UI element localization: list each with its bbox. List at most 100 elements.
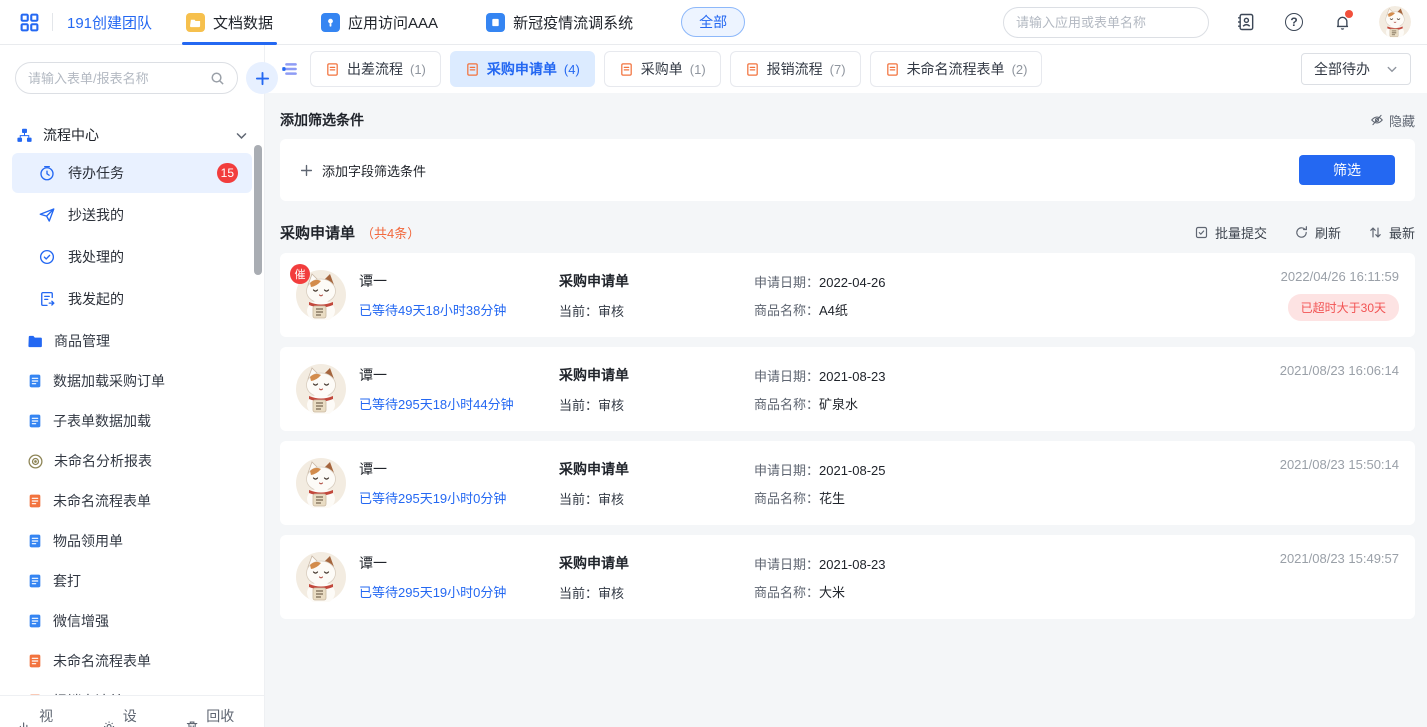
applicant-avatar — [296, 552, 346, 602]
sidebar-report-item[interactable]: 未命名分析报表 — [0, 441, 264, 481]
wait-duration: 已等待49天18小时38分钟 — [359, 300, 559, 319]
product-value: 矿泉水 — [819, 397, 858, 412]
sidebar-folder-goods[interactable]: 商品管理 — [0, 321, 264, 361]
flow-tab-business-trip[interactable]: 出差流程 (1) — [310, 51, 441, 87]
flow-tab-unnamed-flow-form[interactable]: 未命名流程表单 (2) — [870, 51, 1043, 87]
flow-form-icon — [885, 62, 900, 77]
flow-tabs-row: 出差流程 (1) 采购申请单 (4) 采购单 (1) 报销流程 (7) 未命名流… — [265, 45, 1427, 93]
plus-icon — [300, 164, 313, 177]
task-card[interactable]: 谭一 已等待295天18小时44分钟 采购申请单 当前：审核 申请日期：2021… — [280, 347, 1415, 431]
settings-button[interactable]: 设置 — [102, 706, 150, 727]
list-title: 采购申请单 — [280, 222, 355, 243]
wait-duration: 已等待295天19小时0分钟 — [359, 582, 559, 601]
applicant-name: 谭一 — [359, 553, 559, 573]
form-name: 采购申请单 — [559, 459, 754, 479]
submitted-time: 2021/08/23 15:49:57 — [1280, 551, 1399, 566]
sidebar-item-label: 物品领用单 — [53, 531, 123, 551]
form-search-input[interactable] — [28, 71, 204, 86]
app-grid-icon[interactable] — [16, 9, 42, 35]
flow-tab-purchase-order[interactable]: 采购单 (1) — [604, 51, 721, 87]
refresh-icon — [1294, 225, 1309, 240]
contacts-icon[interactable] — [1235, 11, 1257, 33]
section-label: 流程中心 — [43, 125, 99, 145]
team-name[interactable]: 191创建团队 — [67, 12, 152, 33]
submitted-time: 2021/08/23 16:06:14 — [1280, 363, 1399, 378]
sidebar-scrollbar[interactable] — [254, 145, 262, 275]
add-form-button[interactable] — [246, 62, 278, 94]
global-search-input[interactable] — [1016, 15, 1192, 30]
current-step: 当前：审核 — [559, 489, 754, 508]
global-search[interactable] — [1003, 7, 1209, 38]
flow-form-icon — [465, 62, 480, 77]
notification-bell-icon[interactable] — [1331, 11, 1353, 33]
date-label: 申请日期： — [754, 369, 819, 384]
plus-icon — [255, 71, 270, 86]
scope-select-dropdown[interactable]: 全部待办 — [1301, 53, 1411, 85]
date-value: 2021-08-23 — [819, 369, 886, 384]
submitted-time: 2021/08/23 15:50:14 — [1280, 457, 1399, 472]
current-step: 当前：审核 — [559, 301, 754, 320]
sidebar-item-cc-to-me[interactable]: 抄送我的 — [12, 195, 252, 235]
sidebar-item-handled-by-me[interactable]: 我处理的 — [12, 237, 252, 277]
hide-filter-link[interactable]: 隐藏 — [1370, 111, 1415, 130]
report-icon — [27, 453, 44, 470]
sidebar-flow-form-item[interactable]: 未命名流程表单 — [0, 641, 264, 681]
sidebar-form-item[interactable]: 套打 — [0, 561, 264, 601]
sidebar-flow-form-item[interactable]: 未命名流程表单 — [0, 481, 264, 521]
sidebar-form-item[interactable]: 物品领用单 — [0, 521, 264, 561]
user-avatar[interactable] — [1379, 6, 1411, 38]
flow-form-icon — [27, 653, 43, 669]
form-icon — [27, 573, 43, 589]
sidebar-form-item[interactable]: 数据加载采购订单 — [0, 361, 264, 401]
form-search[interactable] — [15, 62, 238, 94]
recycle-bin-button[interactable]: 回收站 — [185, 706, 246, 727]
app-tab-covid[interactable]: 新冠疫情流调系统 — [486, 0, 633, 45]
wait-duration: 已等待295天19小时0分钟 — [359, 488, 559, 507]
date-value: 2022-04-26 — [819, 275, 886, 290]
form-icon — [27, 613, 43, 629]
date-value: 2021-08-25 — [819, 463, 886, 478]
applicant-name: 谭一 — [359, 459, 559, 479]
sidebar-item-todo[interactable]: 待办任务 15 — [12, 153, 252, 193]
app-tab-docs[interactable]: 文档数据 — [186, 0, 273, 45]
sort-icon — [1368, 225, 1383, 240]
sort-newest-button[interactable]: 最新 — [1368, 223, 1415, 242]
views-button[interactable]: 视图 — [18, 706, 66, 727]
batch-submit-button[interactable]: 批量提交 — [1194, 223, 1267, 242]
sidebar-item-label: 套打 — [53, 571, 81, 591]
sidebar-section-process-center[interactable]: 流程中心 — [0, 119, 264, 151]
top-bar: 191创建团队 文档数据 应用访问AAA 新冠疫情流调系统 全部 — [0, 0, 1427, 45]
doc-app-icon — [186, 13, 205, 32]
current-step: 当前：审核 — [559, 583, 754, 602]
chevron-down-icon — [1386, 63, 1398, 75]
flow-tab-reimbursement[interactable]: 报销流程 (7) — [730, 51, 861, 87]
sidebar-form-item[interactable]: 微信增强 — [0, 601, 264, 641]
todo-count-badge: 15 — [217, 163, 238, 183]
sidebar-form-item[interactable]: 子表单数据加载 — [0, 401, 264, 441]
sidebar-item-label: 微信增强 — [53, 611, 109, 631]
app-tab-access[interactable]: 应用访问AAA — [321, 0, 438, 45]
chevron-down-icon — [235, 129, 248, 142]
wait-duration: 已等待295天18小时44分钟 — [359, 394, 559, 413]
task-card[interactable]: 催 谭一 已等待49天18小时38分钟 采购申请单 当前：审核 申请日期：202… — [280, 253, 1415, 337]
app-tab-label: 应用访问AAA — [348, 12, 438, 33]
filter-submit-button[interactable]: 筛选 — [1299, 155, 1395, 185]
flow-form-icon — [745, 62, 760, 77]
doc-send-icon — [38, 290, 56, 308]
form-icon — [27, 373, 43, 389]
add-field-filter-button[interactable]: 添加字段筛选条件 — [300, 161, 426, 180]
filter-lines-icon[interactable] — [281, 59, 301, 79]
list-count: （共4条） — [361, 223, 420, 242]
flow-tab-purchase-request[interactable]: 采购申请单 (4) — [450, 51, 595, 87]
folder-icon — [27, 333, 44, 350]
all-apps-pill[interactable]: 全部 — [681, 7, 745, 37]
sidebar-item-label: 我处理的 — [68, 247, 124, 267]
task-card[interactable]: 谭一 已等待295天19小时0分钟 采购申请单 当前：审核 申请日期：2021-… — [280, 535, 1415, 619]
sidebar: 流程中心 待办任务 15 抄送我的 我处理的 — [0, 45, 265, 727]
refresh-button[interactable]: 刷新 — [1294, 223, 1341, 242]
sidebar-item-label: 未命名流程表单 — [53, 491, 151, 511]
sidebar-item-started-by-me[interactable]: 我发起的 — [12, 279, 252, 319]
task-card[interactable]: 谭一 已等待295天19小时0分钟 采购申请单 当前：审核 申请日期：2021-… — [280, 441, 1415, 525]
access-app-icon — [321, 13, 340, 32]
help-icon[interactable]: ? — [1283, 11, 1305, 33]
